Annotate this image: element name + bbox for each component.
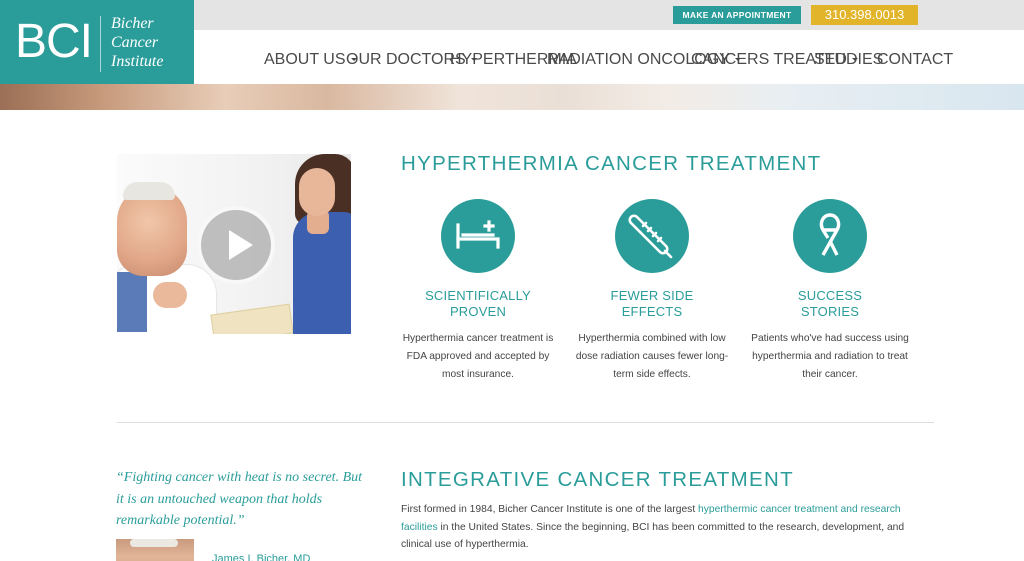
logo-name-line: Cancer [111,34,159,51]
feature-fewer-side-effects: FEWER SIDE EFFECTS Hyperthermia combined… [572,199,732,384]
feature-title-line: FEWER SIDE [610,288,694,303]
nav-item-label: OUR DOCTORS [346,51,466,68]
awareness-ribbon-icon-svg [819,213,841,256]
section-heading-integrative: INTEGRATIVE CANCER TREATMENT [401,468,794,491]
phone-number-button[interactable]: 310.398.0013 [811,5,918,25]
feature-title-line: SUCCESS [797,288,863,303]
nav-item-label: CONTACT [877,51,954,68]
feature-title-line: PROVEN [449,304,507,319]
avatar-hair [130,539,178,547]
hospital-bed-icon [441,199,515,273]
feature-title: FEWER SIDE EFFECTS [572,288,732,320]
video-thumbnail[interactable] [117,154,351,334]
section-divider [117,422,934,423]
site-logo[interactable]: BCI Bicher Cancer Institute [0,0,194,84]
thermometer-icon [615,199,689,273]
nav-item-about-us[interactable]: ABOUT US [264,51,357,69]
feature-title: SUCCESS STORIES [750,288,910,320]
testimonial-quote: “Fighting cancer with heat is no secret.… [116,470,363,528]
logo-divider [100,16,101,72]
intro-paragraph: First formed in 1984, Bicher Cancer Inst… [401,501,916,554]
logo-name: Bicher Cancer Institute [111,14,163,71]
thermometer-icon-svg [628,214,673,259]
section-heading-hyperthermia: HYPERTHERMIA CANCER TREATMENT [401,152,822,175]
awareness-ribbon-icon [793,199,867,273]
video-figure [123,182,175,200]
feature-description: Hyperthermia cancer treatment is FDA app… [402,333,554,380]
logo-name-line: Institute [111,53,164,70]
feature-success-stories: SUCCESS STORIES Patients who've had succ… [750,199,910,384]
play-icon[interactable] [197,206,275,284]
nav-item-studies[interactable]: STUDIES [814,51,883,69]
make-appointment-button[interactable]: MAKE AN APPOINTMENT [673,6,801,24]
paragraph-text: in the United States. Since the beginnin… [401,521,905,551]
nav-item-label: ABOUT US [264,51,346,68]
feature-description: Hyperthermia combined with low dose radi… [575,333,729,380]
doctor-avatar [116,539,194,561]
video-figure [117,272,147,332]
quote-author-link[interactable]: James I. Bicher, MD [212,553,310,561]
hospital-bed-icon-svg [456,220,500,249]
nav-item-label: STUDIES [814,51,884,68]
logo-mark: BCI [15,15,93,68]
feature-title-line: STORIES [800,304,860,319]
hero-image-strip [0,84,1024,110]
nav-item-contact[interactable]: CONTACT [877,51,953,69]
feature-description: Patients who've had success using hypert… [751,333,909,380]
video-figure [153,282,187,308]
video-figure [299,168,335,216]
feature-title: SCIENTIFICALLY PROVEN [398,288,558,320]
logo-name-line: Bicher [111,15,154,32]
feature-scientifically-proven: SCIENTIFICALLY PROVEN Hyperthermia cance… [398,199,558,384]
paragraph-text: First formed in 1984, Bicher Cancer Inst… [401,504,699,515]
feature-title-line: EFFECTS [621,304,683,319]
feature-title-line: SCIENTIFICALLY [425,288,531,303]
